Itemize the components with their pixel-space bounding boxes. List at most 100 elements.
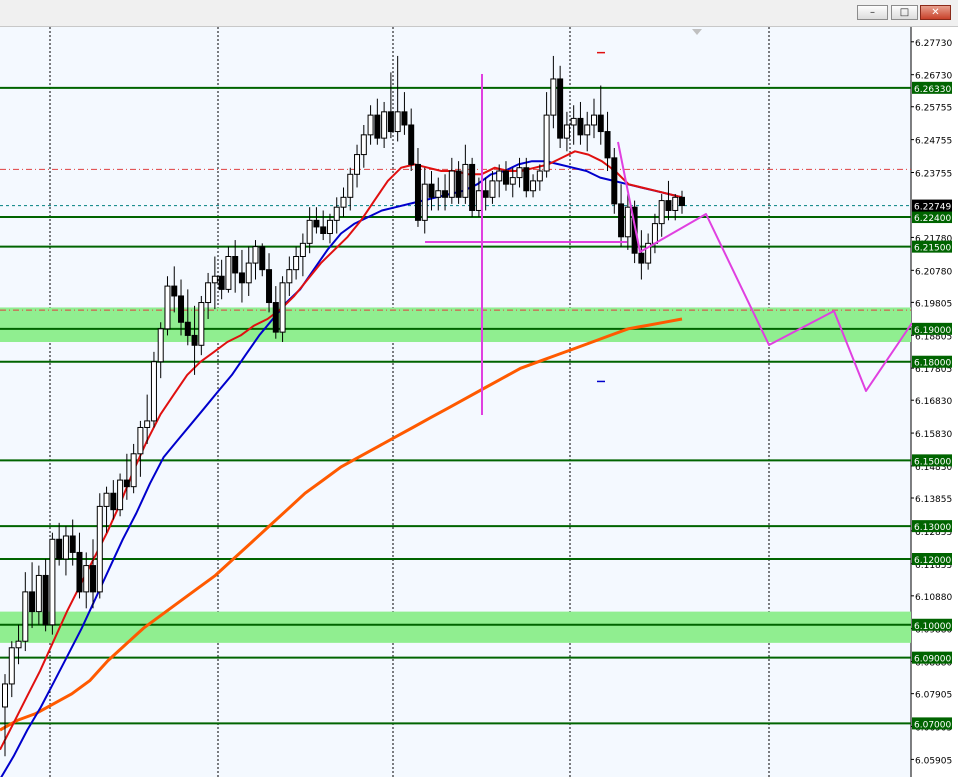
candle-bull	[354, 154, 361, 175]
close-icon: ✕	[931, 7, 940, 18]
candle-bull	[435, 190, 442, 198]
candle-bull	[22, 591, 29, 642]
price-tick-label: 6.19805	[915, 299, 952, 309]
candle-bear	[123, 479, 130, 488]
price-chart[interactable]: 6.277306.267306.257556.247556.237556.217…	[0, 27, 958, 777]
level-label: 6.22400	[914, 214, 951, 224]
candle-bull	[130, 453, 137, 488]
price-tick-label: 6.20780	[915, 267, 952, 277]
candle-bull	[360, 134, 367, 156]
candle-bear	[618, 203, 625, 238]
price-tick-label: 6.10880	[915, 593, 952, 603]
candle-bull	[509, 177, 516, 185]
candle-bear	[184, 321, 191, 336]
maximize-icon: □	[899, 7, 910, 18]
candle-bull	[563, 124, 570, 139]
candle-bear	[218, 275, 225, 290]
candle-bear	[110, 492, 117, 511]
price-tick-label: 6.27730	[915, 39, 952, 49]
maximize-button[interactable]: □	[891, 5, 918, 20]
candle-bull	[381, 111, 388, 139]
price-tick-label: 6.05905	[915, 756, 952, 766]
support-zone	[0, 611, 911, 643]
price-tick-label: 6.25755	[915, 104, 952, 114]
candle-bear	[374, 114, 381, 139]
candle-bull	[103, 492, 110, 507]
candle-bull	[157, 328, 164, 363]
candle-bull	[333, 206, 340, 221]
candle-bear	[414, 163, 421, 221]
candle-bear	[679, 196, 685, 207]
candle-bull	[2, 683, 8, 708]
price-tick-label: 6.23755	[915, 169, 952, 179]
candle-bull	[536, 170, 543, 182]
candle-bear	[597, 114, 604, 133]
candle-bull	[448, 170, 455, 198]
candle-bull	[530, 180, 537, 192]
candle-bull	[117, 479, 124, 511]
candle-bull	[279, 282, 286, 333]
level-label: 6.21500	[914, 244, 951, 254]
candle-bear	[313, 219, 320, 228]
candle-bull	[550, 78, 557, 116]
candle-bear	[232, 256, 239, 274]
candle-bull	[286, 269, 293, 284]
close-button[interactable]: ✕	[920, 5, 951, 20]
candle-bear	[320, 226, 327, 234]
candle-bear	[76, 551, 83, 593]
candle-bull	[367, 114, 374, 136]
level-label: 6.07000	[914, 720, 951, 730]
candle-bull	[83, 565, 90, 593]
candle-bull	[293, 256, 300, 271]
candle-bull	[205, 282, 212, 304]
candle-bear	[611, 157, 618, 205]
candle-bull	[198, 302, 205, 346]
level-label: 6.13000	[914, 523, 951, 533]
price-tick-label: 6.26730	[915, 72, 952, 82]
minimize-icon: –	[870, 7, 875, 18]
candle-bear	[428, 183, 435, 198]
candle-bull	[299, 242, 306, 258]
candle-bull	[96, 505, 103, 593]
candle-bull	[462, 163, 469, 198]
candle-bear	[69, 535, 76, 553]
candle-bull	[672, 196, 679, 211]
candle-bull	[62, 535, 69, 560]
candle-bull	[590, 114, 597, 126]
plot-area	[0, 27, 911, 777]
candle-bull	[137, 426, 144, 455]
candle-bear	[604, 131, 611, 159]
candle-bear	[469, 163, 476, 211]
candle-bull	[624, 206, 631, 238]
candle-bear	[178, 295, 185, 323]
candle-bull	[150, 361, 157, 422]
candle-bull	[164, 285, 171, 330]
candle-bear	[665, 200, 672, 211]
candle-bear	[577, 117, 584, 136]
level-label: 6.10000	[914, 622, 951, 632]
candle-bear	[502, 170, 509, 185]
current-price-label: 6.22749	[914, 203, 951, 213]
level-label: 6.19000	[914, 326, 951, 336]
candle-bull	[651, 223, 658, 244]
candle-bull	[225, 256, 232, 290]
candle-bear	[557, 78, 564, 139]
candle-bull	[8, 647, 15, 685]
level-label: 6.26330	[914, 85, 951, 95]
candle-bull	[347, 173, 354, 198]
candle-bear	[90, 565, 97, 593]
candle-bear	[171, 285, 178, 297]
minimize-button[interactable]: –	[857, 5, 888, 20]
price-tick-label: 6.13855	[915, 495, 952, 505]
candle-bull	[15, 640, 22, 649]
candle-bear	[455, 170, 462, 198]
price-tick-label: 6.24755	[915, 137, 952, 147]
support-zone	[0, 307, 911, 342]
candle-bull	[340, 196, 347, 208]
candle-bear	[401, 111, 408, 126]
candle-bear	[259, 246, 266, 271]
candle-bear	[482, 190, 489, 198]
candle-bear	[442, 190, 449, 198]
candle-bull	[49, 538, 56, 626]
candle-bear	[42, 574, 49, 626]
